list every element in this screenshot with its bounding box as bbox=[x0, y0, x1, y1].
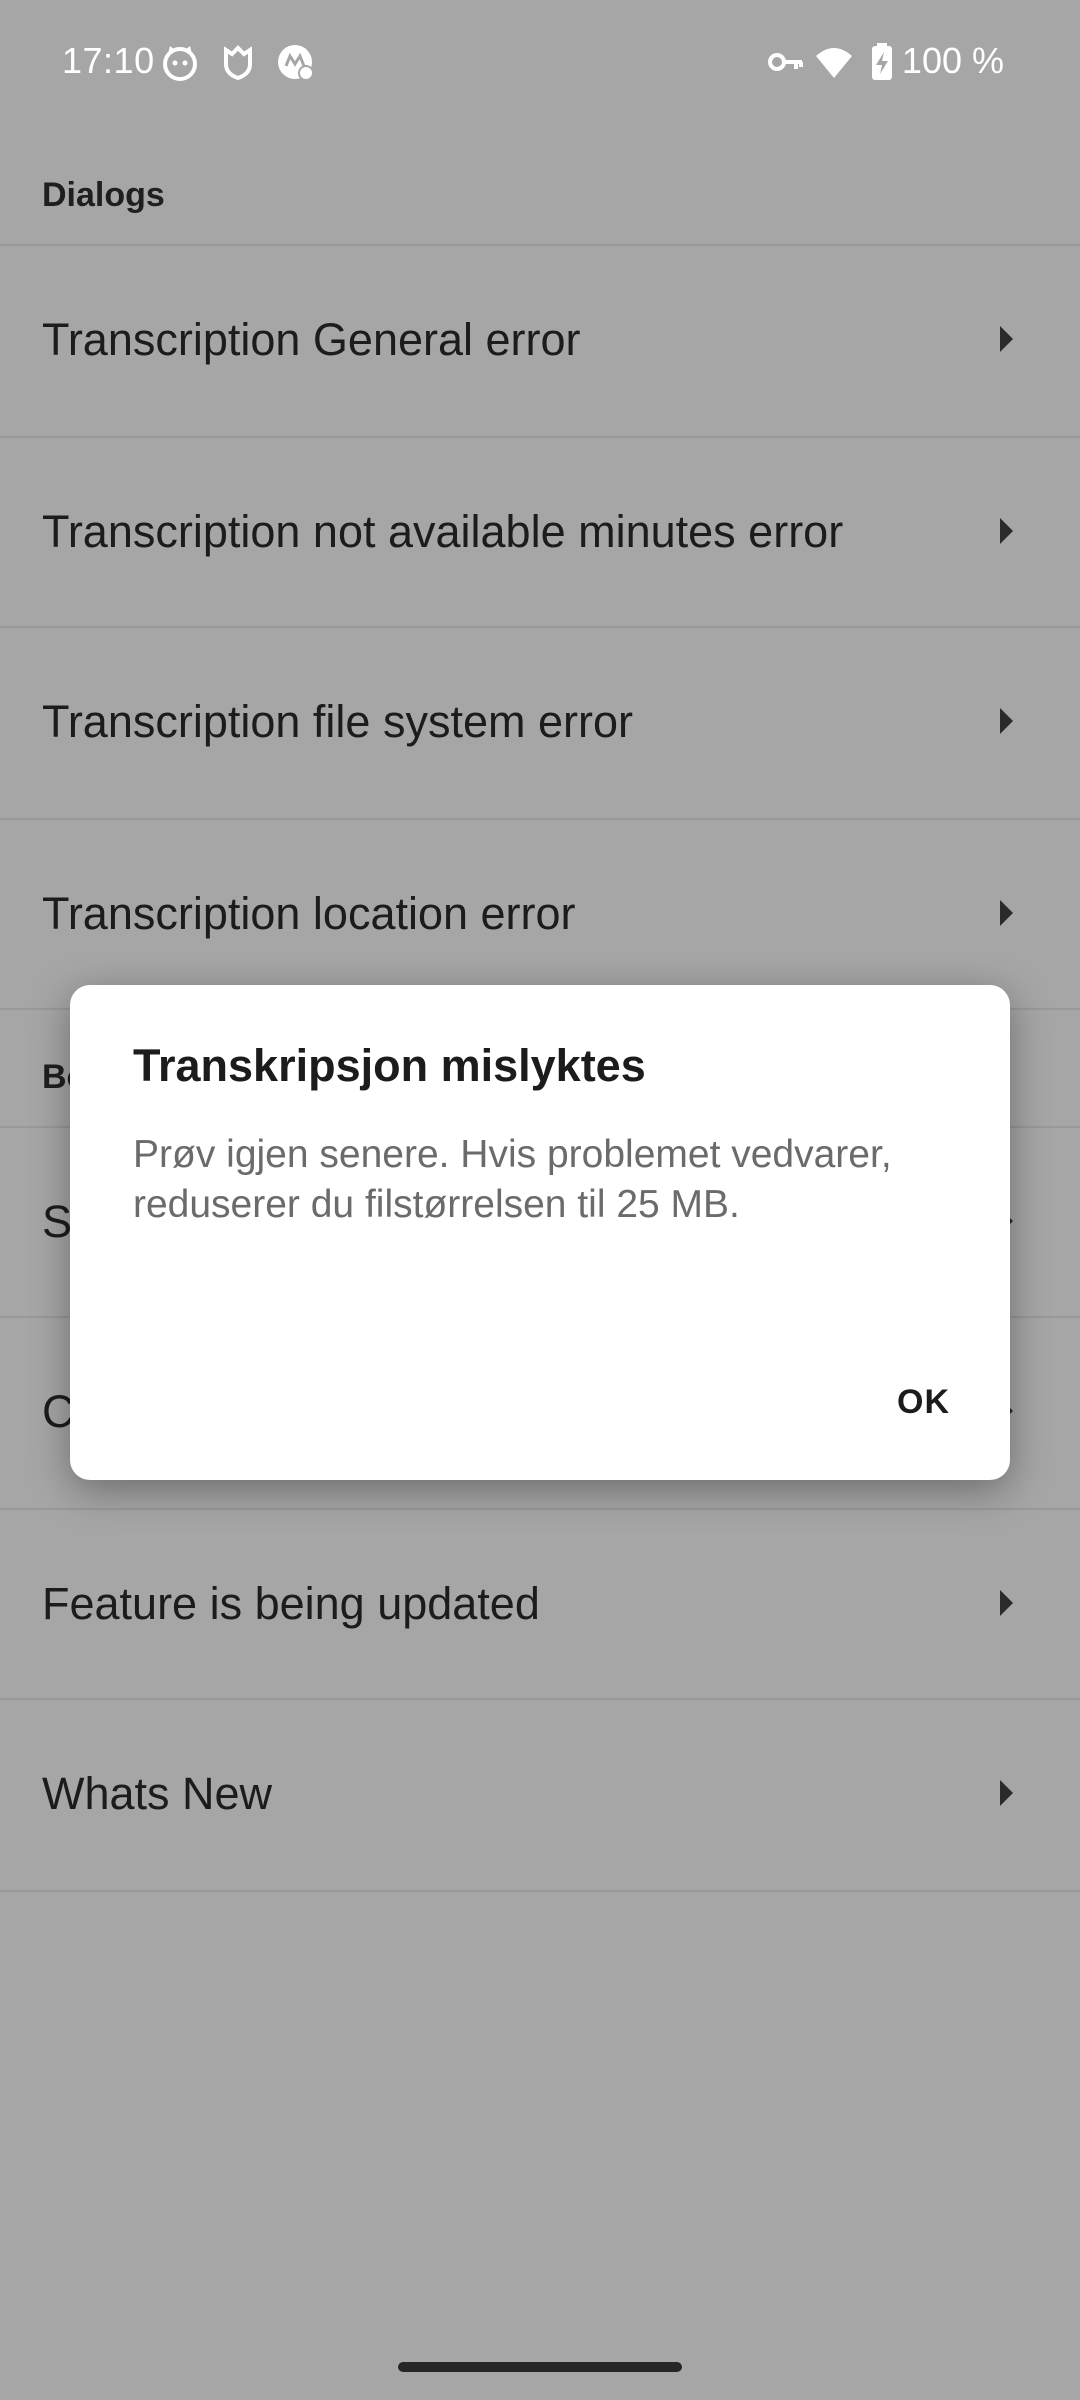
list-item-label: Whats New bbox=[42, 1768, 273, 1819]
home-indicator[interactable] bbox=[398, 2362, 682, 2372]
section-header-dialogs: Dialogs bbox=[42, 176, 165, 214]
vpn-key-icon bbox=[768, 53, 803, 71]
dialog-message: Prøv igjen senere. Hvis problemet vedvar… bbox=[133, 1133, 892, 1226]
list-item-feature-being-updated[interactable]: Feature is being updated bbox=[0, 1510, 1080, 1700]
list-item-label: Feature is being updated bbox=[42, 1578, 540, 1629]
chevron-right-icon bbox=[1000, 1590, 1013, 1616]
list-item-transcription-location-error[interactable]: Transcription location error bbox=[0, 820, 1080, 1010]
list-item-whats-new[interactable]: Whats New bbox=[0, 1700, 1080, 1890]
ok-button[interactable]: OK bbox=[897, 1383, 950, 1422]
wifi-icon bbox=[816, 48, 852, 78]
status-time: 17:10 bbox=[62, 40, 155, 81]
chevron-right-icon bbox=[1000, 708, 1013, 734]
chevron-right-icon bbox=[1000, 1780, 1013, 1806]
dialog-title: Transkripsjon mislyktes bbox=[133, 1040, 646, 1091]
chevron-right-icon bbox=[1000, 518, 1013, 544]
list-item-label: Transcription file system error bbox=[42, 696, 633, 747]
cat-face-icon bbox=[163, 46, 197, 81]
list-item-label: Transcription not available minutes erro… bbox=[42, 506, 844, 557]
list-item-transcription-general-error[interactable]: Transcription General error bbox=[0, 246, 1080, 436]
list-item-label: S bbox=[42, 1196, 73, 1247]
app-badge-icon bbox=[278, 45, 314, 81]
status-bar: 17:10 100 % bbox=[0, 0, 1080, 128]
list-item-transcription-file-system-error[interactable]: Transcription file system error bbox=[0, 628, 1080, 818]
divider bbox=[0, 1890, 1080, 1892]
error-dialog: Transkripsjon mislyktes Prøv igjen sener… bbox=[70, 985, 1010, 1480]
list-item-transcription-minutes-error[interactable]: Transcription not available minutes erro… bbox=[0, 438, 1080, 628]
shield-check-icon bbox=[224, 45, 252, 81]
battery-percentage: 100 % bbox=[901, 40, 1004, 81]
battery-charging-icon bbox=[872, 43, 892, 80]
chevron-right-icon bbox=[1000, 326, 1013, 352]
chevron-right-icon bbox=[1000, 900, 1013, 926]
list-item-label: Transcription location error bbox=[42, 888, 576, 939]
list-item-label: Transcription General error bbox=[42, 314, 581, 365]
